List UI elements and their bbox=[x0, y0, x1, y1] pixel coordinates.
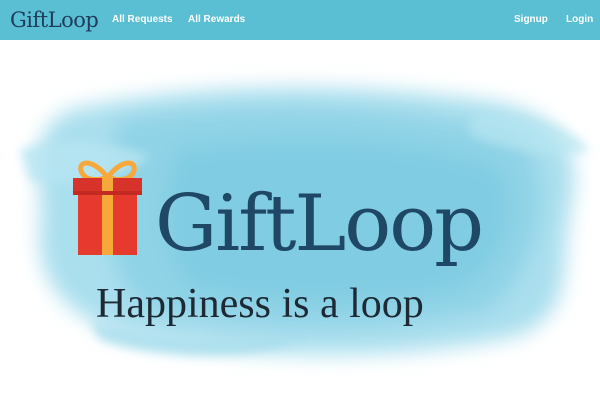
nav-signup-link[interactable]: Signup bbox=[514, 0, 548, 40]
gift-box-icon bbox=[73, 160, 142, 255]
hero-banner: GiftLoop Happiness is a loop bbox=[0, 40, 600, 400]
giftloop-logo-text: GiftLoop bbox=[155, 179, 484, 269]
nav-login-link[interactable]: Login bbox=[566, 0, 593, 40]
brand-logo-link[interactable]: GiftLoop bbox=[10, 4, 99, 36]
top-navbar: GiftLoop All Requests All Rewards Signup… bbox=[0, 0, 600, 40]
nav-all-rewards-link[interactable]: All Rewards bbox=[188, 0, 245, 40]
tagline-text: Happiness is a loop bbox=[96, 281, 424, 327]
nav-all-requests-link[interactable]: All Requests bbox=[112, 0, 173, 40]
